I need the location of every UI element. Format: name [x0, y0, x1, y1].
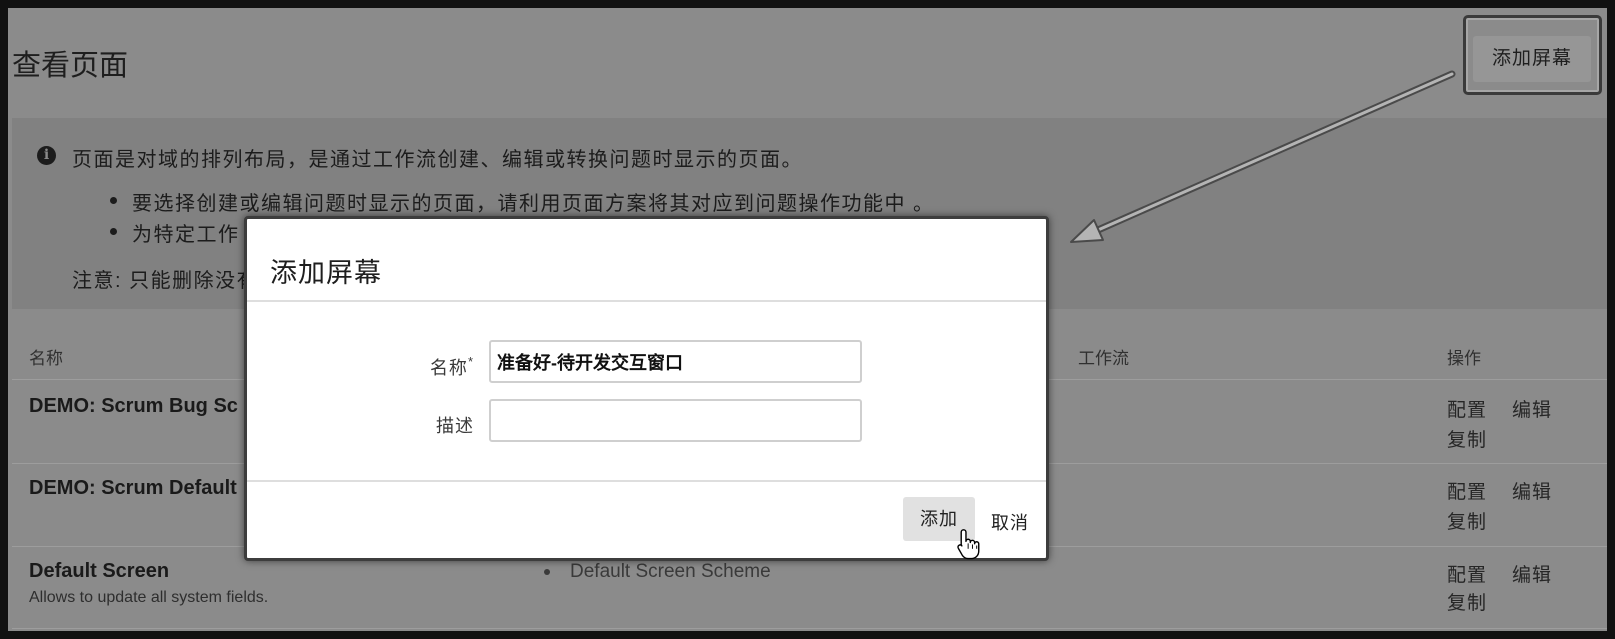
dialog-header-divider: [247, 300, 1046, 302]
hand-pointer-icon: [957, 529, 980, 560]
description-input[interactable]: [489, 399, 862, 442]
add-screen-dialog: 添加屏幕 名称* 描述 添加 取消: [244, 216, 1049, 561]
dialog-title: 添加屏幕: [270, 258, 382, 288]
dialog-footer-divider: [247, 480, 1046, 482]
name-label-text: 名称: [429, 358, 468, 378]
description-label: 描述: [436, 416, 474, 436]
cancel-link[interactable]: 取消: [991, 509, 1029, 535]
name-label: 名称*: [274, 354, 474, 380]
required-mark: *: [467, 354, 474, 369]
name-input[interactable]: [489, 340, 862, 383]
